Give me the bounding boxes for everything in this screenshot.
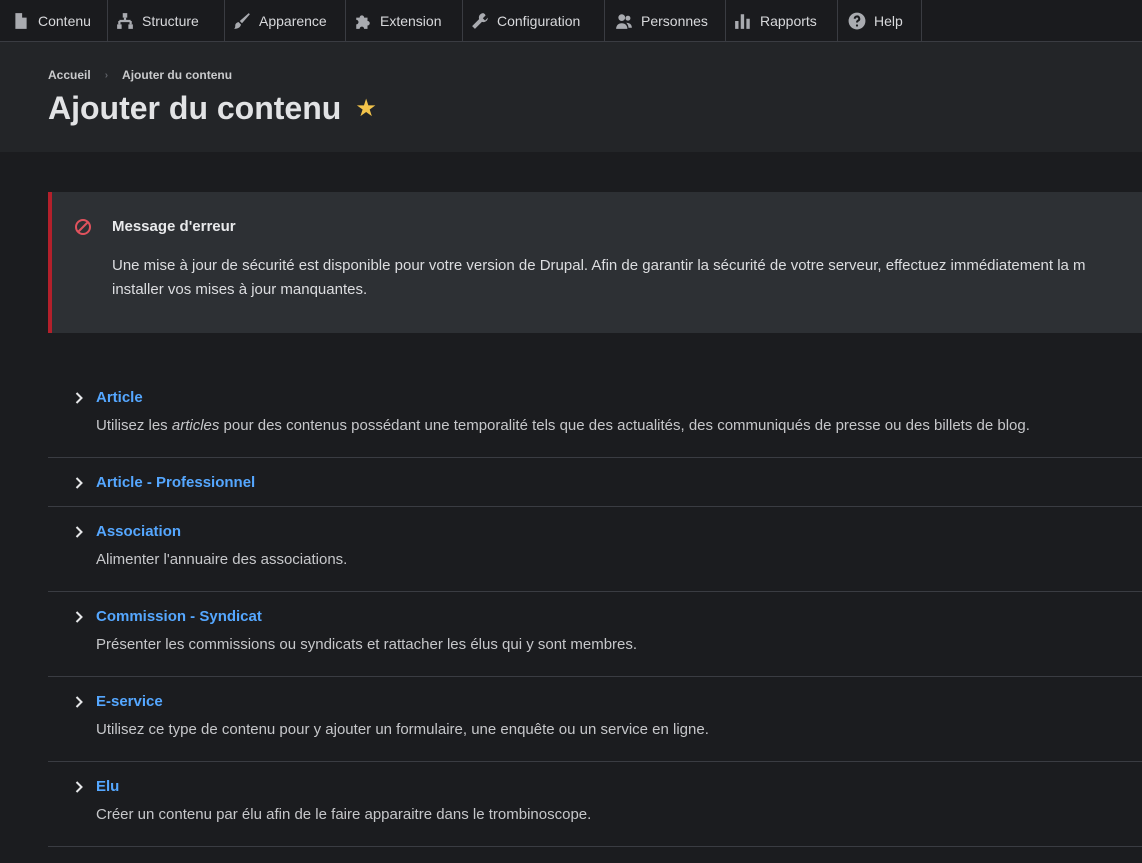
content-type-description: Alimenter l'annuaire des associations.: [96, 551, 348, 568]
desc-text: Utilisez les: [96, 417, 172, 434]
toolbar-item-contenu[interactable]: Contenu: [0, 0, 108, 41]
chevron-right-icon: [75, 610, 83, 623]
breadcrumb-separator-icon: ›: [104, 69, 109, 81]
error-message-body: Une mise à jour de sécurité est disponib…: [112, 254, 1142, 302]
error-message: Message d'erreur Une mise à jour de sécu…: [48, 192, 1142, 333]
content-type-list: Article Utilisez les articles pour des c…: [48, 373, 1142, 847]
page-title-text: Ajouter du contenu: [48, 90, 342, 126]
desc-text: pour des contenus possédant une temporal…: [219, 417, 1030, 434]
sitemap-icon: [116, 12, 134, 30]
list-item: Article - Professionnel: [48, 458, 1142, 507]
toolbar-item-extension[interactable]: Extension: [346, 0, 463, 41]
content-type-link[interactable]: E-service: [96, 693, 163, 710]
file-icon: [12, 12, 30, 30]
toolbar-label: Apparence: [259, 12, 327, 29]
content-type-link[interactable]: Commission - Syndicat: [96, 608, 262, 625]
content-type-link[interactable]: Elu: [96, 778, 119, 795]
star-shortcut-icon[interactable]: ★: [355, 96, 377, 121]
toolbar-item-rapports[interactable]: Rapports: [726, 0, 838, 41]
paintbrush-icon: [233, 12, 251, 30]
admin-toolbar: Contenu Structure Apparence Extension Co…: [0, 0, 1142, 42]
error-message-line: Une mise à jour de sécurité est disponib…: [112, 257, 1086, 274]
content-type-link[interactable]: Article - Professionnel: [96, 474, 255, 491]
error-icon: [74, 218, 92, 236]
breadcrumb-current: Ajouter du contenu: [122, 68, 233, 82]
page-title: Ajouter du contenu ★: [48, 90, 377, 127]
list-item: E-service Utilisez ce type de contenu po…: [48, 677, 1142, 762]
content-type-link[interactable]: Article: [96, 389, 143, 406]
content-type-description: Créer un contenu par élu afin de le fair…: [96, 806, 592, 823]
chevron-right-icon: [75, 525, 83, 538]
toolbar-item-structure[interactable]: Structure: [108, 0, 225, 41]
error-message-line: installer vos mises à jour manquantes.: [112, 281, 368, 298]
help-icon: [848, 12, 866, 30]
content-type-description: Présenter les commissions ou syndicats e…: [96, 636, 638, 653]
chevron-right-icon: [75, 476, 83, 489]
content-type-description: Utilisez ce type de contenu pour y ajout…: [96, 721, 709, 738]
toolbar-label: Contenu: [38, 12, 91, 29]
page-header: Accueil › Ajouter du contenu Ajouter du …: [0, 42, 1142, 152]
list-item: Association Alimenter l'annuaire des ass…: [48, 507, 1142, 592]
toolbar-label: Help: [874, 12, 903, 29]
toolbar-item-configuration[interactable]: Configuration: [463, 0, 605, 41]
wrench-icon: [471, 12, 489, 30]
list-item: Article Utilisez les articles pour des c…: [48, 373, 1142, 458]
toolbar-item-apparence[interactable]: Apparence: [225, 0, 346, 41]
breadcrumb: Accueil › Ajouter du contenu: [48, 68, 232, 82]
puzzle-icon: [354, 12, 372, 30]
breadcrumb-home[interactable]: Accueil: [48, 68, 91, 82]
chevron-right-icon: [75, 391, 83, 404]
content-type-description: Utilisez les articles pour des contenus …: [96, 417, 1142, 434]
list-item: Elu Créer un contenu par élu afin de le …: [48, 762, 1142, 847]
toolbar-label: Structure: [142, 12, 199, 29]
error-message-title: Message d'erreur: [112, 218, 236, 235]
toolbar-item-personnes[interactable]: Personnes: [605, 0, 726, 41]
toolbar-item-help[interactable]: Help: [838, 0, 922, 41]
toolbar-label: Personnes: [641, 12, 708, 29]
chevron-right-icon: [75, 695, 83, 708]
toolbar-label: Rapports: [760, 12, 817, 29]
desc-emphasis: articles: [171, 417, 220, 434]
chevron-right-icon: [75, 780, 83, 793]
list-item: Commission - Syndicat Présenter les comm…: [48, 592, 1142, 677]
content-type-link[interactable]: Association: [96, 523, 181, 540]
toolbar-label: Configuration: [497, 12, 581, 29]
toolbar-label: Extension: [380, 12, 442, 29]
people-icon: [615, 12, 633, 30]
bar-chart-icon: [734, 12, 752, 30]
